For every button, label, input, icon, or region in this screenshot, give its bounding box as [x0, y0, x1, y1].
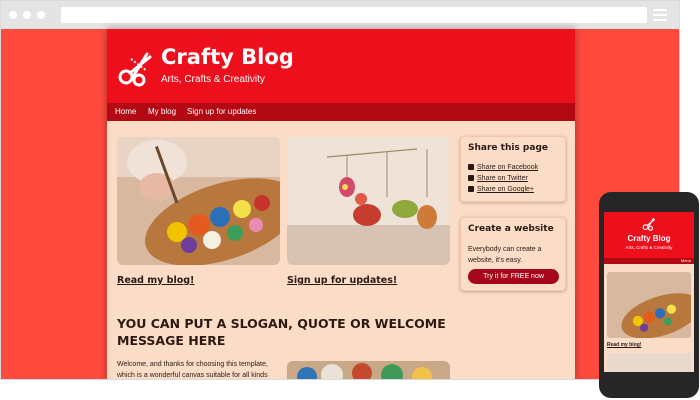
- site-title: Crafty Blog: [161, 45, 294, 69]
- mobile-nav: Menu: [604, 258, 694, 264]
- sign-up-link[interactable]: Sign up for updates!: [287, 275, 397, 286]
- share-google-plus-label: Share on Google+: [477, 186, 535, 193]
- mobile-site-title: Crafty Blog: [627, 234, 671, 243]
- share-twitter-label: Share on Twitter: [477, 175, 528, 182]
- create-website-text: Everybody can create a website, it's eas…: [468, 246, 542, 264]
- website-preview: Crafty Blog Arts, Crafts & Creativity Ho…: [107, 29, 575, 379]
- share-widget: Share this page Share on Facebook Share …: [460, 136, 566, 202]
- window-dot-icon: [37, 11, 45, 19]
- create-website-widget: Create a website Everybody can create a …: [460, 217, 566, 291]
- scissors-icon: [642, 217, 656, 231]
- address-bar[interactable]: [61, 7, 647, 23]
- window-dot-icon: [23, 11, 31, 19]
- mobile-screen: Crafty Blog Arts, Crafts & Creativity Me…: [604, 212, 694, 372]
- mobile-next-image: [607, 353, 691, 372]
- hanging-knitted-toys-image[interactable]: [287, 137, 450, 265]
- hamburger-menu-icon[interactable]: [653, 9, 667, 21]
- mobile-header: Crafty Blog Arts, Crafts & Creativity: [604, 212, 694, 258]
- try-free-button[interactable]: Try it for FREE now: [468, 269, 559, 284]
- scissors-icon: [118, 52, 152, 87]
- desktop-browser-mockup: Crafty Blog Arts, Crafts & Creativity Ho…: [0, 0, 680, 380]
- share-google-plus-link[interactable]: Share on Google+: [468, 186, 534, 193]
- share-facebook-link[interactable]: Share on Facebook: [468, 164, 538, 171]
- site-header: Crafty Blog Arts, Crafts & Creativity: [107, 29, 575, 103]
- read-blog-link[interactable]: Read my blog!: [117, 275, 194, 286]
- nav-item-sign-up[interactable]: Sign up for updates: [187, 107, 256, 116]
- slogan-heading: YOU CAN PUT A SLOGAN, QUOTE OR WELCOME M…: [117, 316, 446, 348]
- site-tagline: Arts, Crafts & Creativity: [161, 74, 265, 85]
- share-twitter-link[interactable]: Share on Twitter: [468, 175, 528, 182]
- site-navigation: Home My blog Sign up for updates: [107, 103, 575, 121]
- share-widget-title: Share this page: [468, 143, 548, 153]
- mobile-menu-button[interactable]: Menu: [681, 258, 691, 263]
- nav-item-my-blog[interactable]: My blog: [148, 107, 176, 116]
- welcome-text: Welcome, and thanks for choosing this te…: [117, 361, 268, 379]
- create-website-title: Create a website: [468, 224, 554, 234]
- facebook-icon: [468, 164, 474, 170]
- craft-supplies-image: [287, 361, 450, 379]
- window-dot-icon: [9, 11, 17, 19]
- browser-toolbar: [1, 1, 679, 29]
- nav-item-home[interactable]: Home: [115, 107, 136, 116]
- share-facebook-label: Share on Facebook: [477, 164, 539, 171]
- mobile-palette-image[interactable]: [607, 272, 691, 338]
- mobile-read-blog-link[interactable]: Read my blog!: [607, 342, 641, 348]
- mobile-site-tagline: Arts, Crafts & Creativity: [625, 245, 673, 250]
- twitter-icon: [468, 175, 474, 181]
- mobile-phone-mockup: Crafty Blog Arts, Crafts & Creativity Me…: [599, 192, 699, 398]
- artist-palette-image[interactable]: [117, 137, 280, 265]
- google-plus-icon: [468, 186, 474, 192]
